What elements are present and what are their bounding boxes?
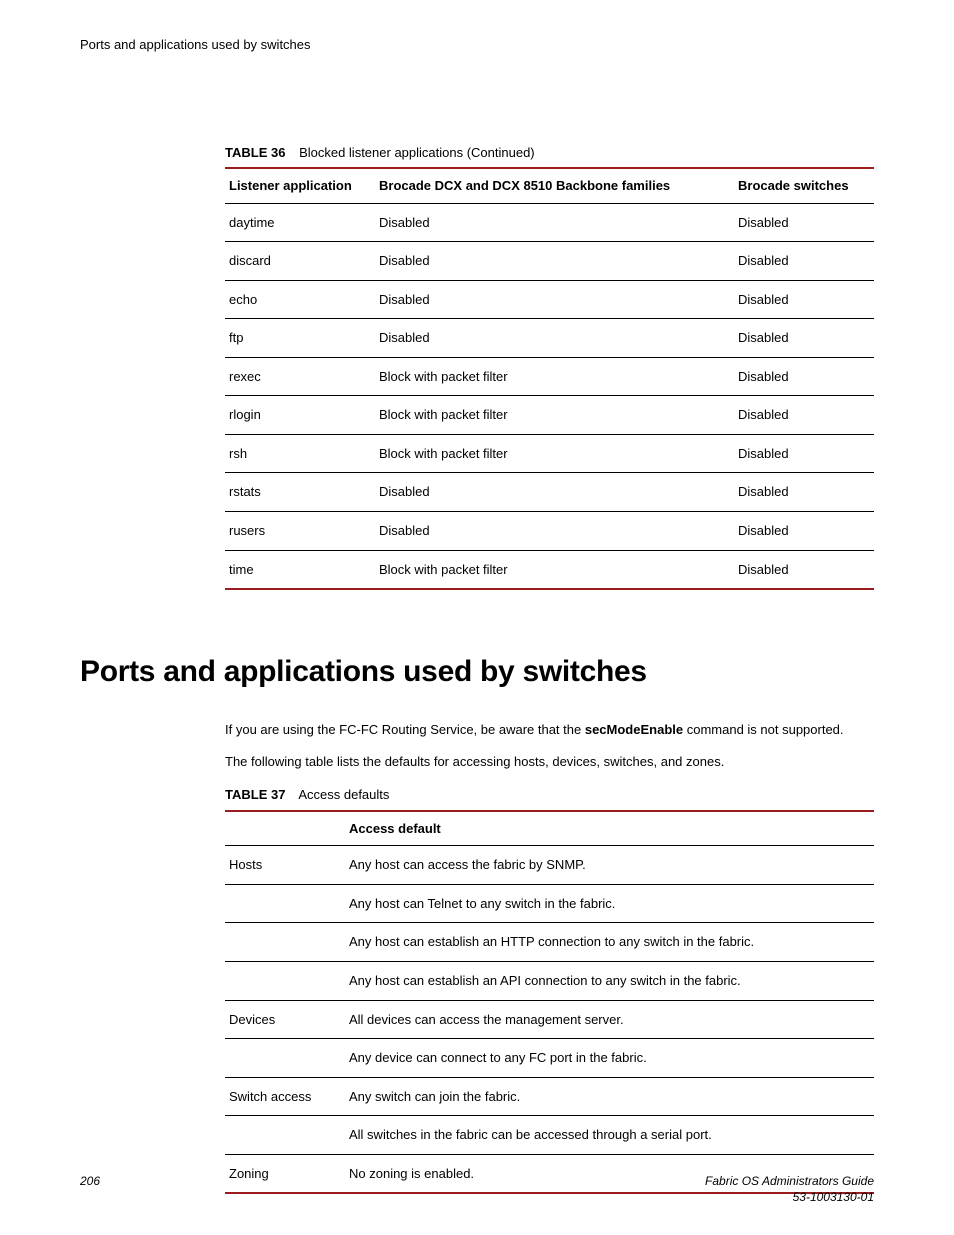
table-cell: Any device can connect to any FC port in… xyxy=(345,1039,874,1078)
table-cell: Disabled xyxy=(375,512,734,551)
table-cell: rexec xyxy=(225,357,375,396)
table-cell: Disabled xyxy=(375,319,734,358)
table-cell: rsh xyxy=(225,434,375,473)
table37-header-row: Access default xyxy=(225,811,874,846)
doc-title: Fabric OS Administrators Guide xyxy=(705,1173,874,1189)
table37-caption-label: TABLE 37 xyxy=(225,787,285,802)
table-cell: Block with packet filter xyxy=(375,550,734,589)
table-row: daytimeDisabledDisabled xyxy=(225,203,874,242)
table-cell: Disabled xyxy=(734,242,874,281)
table-cell: All devices can access the management se… xyxy=(345,1000,874,1039)
p1-command: secModeEnable xyxy=(585,722,683,737)
p1-post: command is not supported. xyxy=(683,722,843,737)
table36-header-cell: Brocade DCX and DCX 8510 Backbone famili… xyxy=(375,168,734,203)
table-row: rexecBlock with packet filterDisabled xyxy=(225,357,874,396)
table-cell: time xyxy=(225,550,375,589)
table-row: Switch accessAny switch can join the fab… xyxy=(225,1077,874,1116)
table-row: rshBlock with packet filterDisabled xyxy=(225,434,874,473)
table-cell: Disabled xyxy=(375,242,734,281)
table-cell xyxy=(225,923,345,962)
doc-info: Fabric OS Administrators Guide 53-100313… xyxy=(705,1173,874,1205)
table-cell: Disabled xyxy=(375,280,734,319)
table-cell: Disabled xyxy=(375,203,734,242)
table-row: All switches in the fabric can be access… xyxy=(225,1116,874,1155)
table37-block: TABLE 37 Access defaults Access default … xyxy=(225,786,874,1194)
table37: Access default HostsAny host can access … xyxy=(225,810,874,1194)
page: Ports and applications used by switches … xyxy=(0,0,954,1235)
table-cell: Any host can access the fabric by SNMP. xyxy=(345,846,874,885)
table-row: ftpDisabledDisabled xyxy=(225,319,874,358)
table-cell: Any host can Telnet to any switch in the… xyxy=(345,884,874,923)
table-row: Any host can establish an HTTP connectio… xyxy=(225,923,874,962)
table37-header-cell xyxy=(225,811,345,846)
table-cell: ftp xyxy=(225,319,375,358)
table-cell: All switches in the fabric can be access… xyxy=(345,1116,874,1155)
table37-header-cell: Access default xyxy=(345,811,874,846)
page-footer: 206 Fabric OS Administrators Guide 53-10… xyxy=(80,1173,874,1205)
table-row: echoDisabledDisabled xyxy=(225,280,874,319)
paragraph-2: The following table lists the defaults f… xyxy=(225,753,874,772)
table36-caption-text: Blocked listener applications (Continued… xyxy=(299,145,535,160)
table-cell: rusers xyxy=(225,512,375,551)
table-cell: Any host can establish an API connection… xyxy=(345,962,874,1001)
table-cell: Disabled xyxy=(734,319,874,358)
table-cell: rstats xyxy=(225,473,375,512)
doc-id: 53-1003130-01 xyxy=(705,1189,874,1205)
table36-caption: TABLE 36 Blocked listener applications (… xyxy=(225,144,874,162)
table-cell: daytime xyxy=(225,203,375,242)
table-row: timeBlock with packet filterDisabled xyxy=(225,550,874,589)
table-cell: Disabled xyxy=(734,280,874,319)
body-text: If you are using the FC-FC Routing Servi… xyxy=(225,721,874,773)
table-cell: Disabled xyxy=(734,203,874,242)
table36-caption-label: TABLE 36 xyxy=(225,145,285,160)
table-cell xyxy=(225,1116,345,1155)
table-cell xyxy=(225,962,345,1001)
running-header: Ports and applications used by switches xyxy=(80,36,874,54)
table-row: rstatsDisabledDisabled xyxy=(225,473,874,512)
table-cell: Any host can establish an HTTP connectio… xyxy=(345,923,874,962)
table36-header-cell: Brocade switches xyxy=(734,168,874,203)
p1-pre: If you are using the FC-FC Routing Servi… xyxy=(225,722,585,737)
table-cell: Devices xyxy=(225,1000,345,1039)
table-cell: Disabled xyxy=(734,434,874,473)
table36-block: TABLE 36 Blocked listener applications (… xyxy=(225,144,874,591)
table-cell: Any switch can join the fabric. xyxy=(345,1077,874,1116)
table-cell: rlogin xyxy=(225,396,375,435)
paragraph-1: If you are using the FC-FC Routing Servi… xyxy=(225,721,874,740)
table-cell: Disabled xyxy=(375,473,734,512)
table-row: Any host can establish an API connection… xyxy=(225,962,874,1001)
table-cell: echo xyxy=(225,280,375,319)
table-cell: Disabled xyxy=(734,357,874,396)
table-row: HostsAny host can access the fabric by S… xyxy=(225,846,874,885)
table36-header-row: Listener application Brocade DCX and DCX… xyxy=(225,168,874,203)
table-cell: Switch access xyxy=(225,1077,345,1116)
table37-caption: TABLE 37 Access defaults xyxy=(225,786,874,804)
table-row: rloginBlock with packet filterDisabled xyxy=(225,396,874,435)
table-row: rusersDisabledDisabled xyxy=(225,512,874,551)
table-row: DevicesAll devices can access the manage… xyxy=(225,1000,874,1039)
page-number: 206 xyxy=(80,1173,100,1189)
table-row: discardDisabledDisabled xyxy=(225,242,874,281)
table-cell: Disabled xyxy=(734,473,874,512)
table-row: Any device can connect to any FC port in… xyxy=(225,1039,874,1078)
table-cell: Disabled xyxy=(734,512,874,551)
table-cell: Disabled xyxy=(734,396,874,435)
table-cell: discard xyxy=(225,242,375,281)
table-cell: Block with packet filter xyxy=(375,396,734,435)
table37-caption-text: Access defaults xyxy=(298,787,389,802)
table36: Listener application Brocade DCX and DCX… xyxy=(225,167,874,590)
table36-header-cell: Listener application xyxy=(225,168,375,203)
table-cell: Disabled xyxy=(734,550,874,589)
table-cell: Block with packet filter xyxy=(375,357,734,396)
table-cell: Hosts xyxy=(225,846,345,885)
table-cell xyxy=(225,1039,345,1078)
table-cell: Block with packet filter xyxy=(375,434,734,473)
section-heading: Ports and applications used by switches xyxy=(80,652,874,693)
table-row: Any host can Telnet to any switch in the… xyxy=(225,884,874,923)
table-cell xyxy=(225,884,345,923)
